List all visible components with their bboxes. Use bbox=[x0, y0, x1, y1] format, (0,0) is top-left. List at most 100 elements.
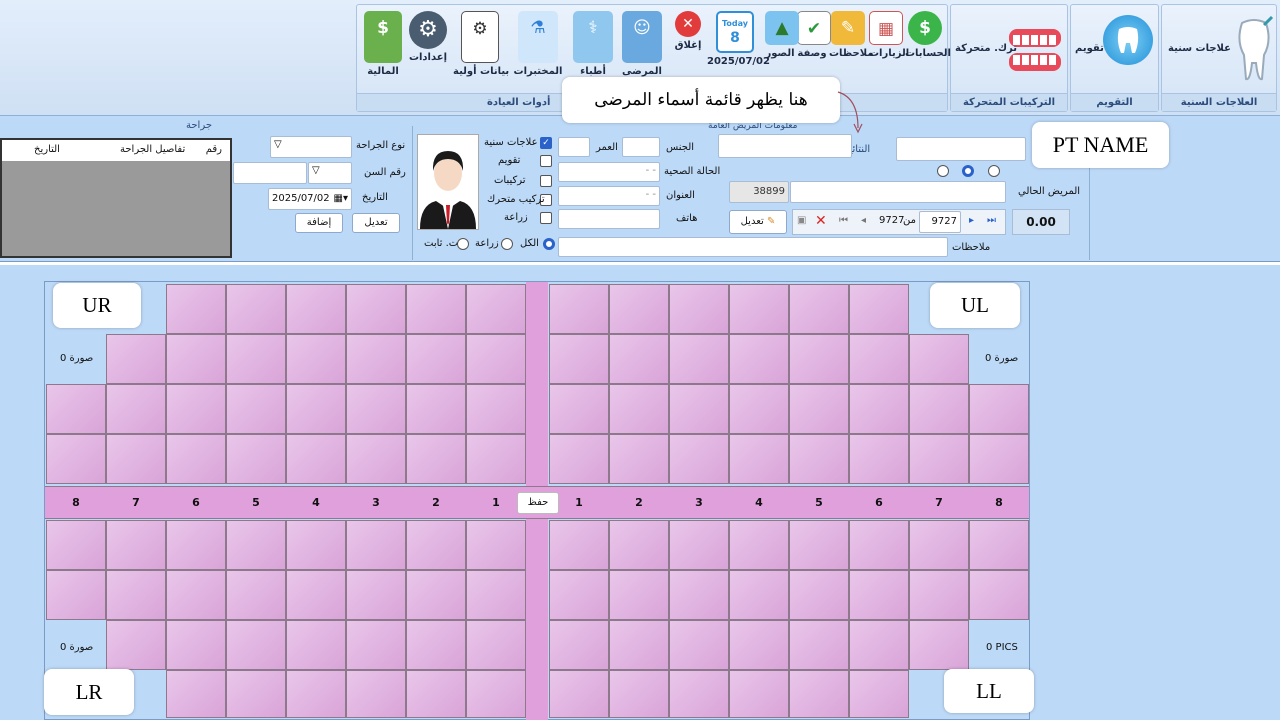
upper-left-tooth-cell[interactable] bbox=[549, 334, 609, 384]
prev-record-icon[interactable]: ◂ bbox=[861, 215, 866, 226]
upper-left-tooth-cell[interactable] bbox=[669, 434, 729, 484]
last-record-icon[interactable]: ⏭ bbox=[987, 215, 996, 226]
lower-left-tooth-cell[interactable] bbox=[609, 620, 669, 670]
option-radio-2[interactable] bbox=[962, 165, 974, 177]
upper-right-tooth-cell[interactable] bbox=[466, 384, 526, 434]
health-field[interactable]: - - bbox=[558, 162, 660, 182]
age-field[interactable] bbox=[558, 137, 590, 157]
upper-left-tooth-cell[interactable] bbox=[609, 284, 669, 334]
upper-left-tooth-cell[interactable] bbox=[609, 334, 669, 384]
lower-left-tooth-cell[interactable] bbox=[909, 570, 969, 620]
next-record-icon[interactable]: ▸ bbox=[969, 215, 974, 226]
surgery-edit-button[interactable]: تعديل bbox=[352, 213, 400, 233]
lower-right-tooth-cell[interactable] bbox=[466, 670, 526, 718]
check-implant[interactable] bbox=[540, 212, 552, 224]
lower-left-tooth-cell[interactable] bbox=[669, 670, 729, 718]
pics-ur[interactable]: صورة 0 bbox=[60, 353, 93, 364]
upper-right-tooth-cell[interactable] bbox=[166, 384, 226, 434]
upper-left-tooth-cell[interactable] bbox=[729, 434, 789, 484]
finance-button[interactable]: $ المالية bbox=[361, 11, 405, 77]
upper-left-tooth-cell[interactable] bbox=[609, 434, 669, 484]
upper-right-tooth-cell[interactable] bbox=[286, 434, 346, 484]
patients-button[interactable]: ☺ المرضى bbox=[619, 11, 665, 77]
lower-right-tooth-cell[interactable] bbox=[466, 570, 526, 620]
lower-left-tooth-cell[interactable] bbox=[729, 620, 789, 670]
lower-left-tooth-cell[interactable] bbox=[549, 520, 609, 570]
upper-right-tooth-cell[interactable] bbox=[406, 334, 466, 384]
lower-left-tooth-cell[interactable] bbox=[969, 570, 1029, 620]
surgery-date-picker[interactable]: 2025/07/02 ▦▾ bbox=[268, 188, 352, 210]
filter-fixed-radio[interactable] bbox=[457, 238, 469, 250]
lower-right-tooth-cell[interactable] bbox=[226, 520, 286, 570]
lower-right-tooth-cell[interactable] bbox=[406, 570, 466, 620]
option-radio-1[interactable] bbox=[937, 165, 949, 177]
lower-left-tooth-cell[interactable] bbox=[789, 670, 849, 718]
current-patient-field[interactable] bbox=[790, 181, 1006, 203]
lower-right-tooth-cell[interactable] bbox=[346, 570, 406, 620]
labs-button[interactable]: ⚗ المختبرات bbox=[509, 11, 567, 77]
lower-right-tooth-cell[interactable] bbox=[106, 520, 166, 570]
patient-edit-button[interactable]: تعديل ✎ bbox=[729, 210, 787, 234]
lower-right-tooth-cell[interactable] bbox=[226, 670, 286, 718]
lower-right-tooth-cell[interactable] bbox=[166, 570, 226, 620]
save-record-icon[interactable]: ▣ bbox=[797, 215, 806, 226]
close-button[interactable]: ✕ إغلاق bbox=[671, 11, 705, 51]
lower-right-tooth-cell[interactable] bbox=[46, 520, 106, 570]
upper-right-tooth-cell[interactable] bbox=[226, 384, 286, 434]
lower-left-tooth-cell[interactable] bbox=[849, 570, 909, 620]
lower-left-tooth-cell[interactable] bbox=[789, 570, 849, 620]
lower-left-tooth-cell[interactable] bbox=[609, 670, 669, 718]
lower-right-tooth-cell[interactable] bbox=[346, 620, 406, 670]
nav-current-field[interactable]: 9727 bbox=[919, 211, 961, 233]
lower-right-tooth-cell[interactable] bbox=[286, 670, 346, 718]
pics-ul[interactable]: صورة 0 bbox=[985, 353, 1018, 364]
settings-button[interactable]: ⚙ إعدادات bbox=[407, 11, 449, 63]
lower-left-tooth-cell[interactable] bbox=[669, 570, 729, 620]
tooth-number-select[interactable]: ▽ bbox=[308, 162, 352, 184]
doctors-button[interactable]: ⚕ أطباء bbox=[571, 11, 615, 77]
upper-right-tooth-cell[interactable] bbox=[346, 334, 406, 384]
upper-left-tooth-cell[interactable] bbox=[549, 434, 609, 484]
first-record-icon[interactable]: ⏮ bbox=[839, 215, 848, 226]
lower-left-tooth-cell[interactable] bbox=[789, 620, 849, 670]
lower-right-tooth-cell[interactable] bbox=[286, 570, 346, 620]
upper-left-tooth-cell[interactable] bbox=[669, 384, 729, 434]
upper-left-tooth-cell[interactable] bbox=[729, 284, 789, 334]
upper-left-tooth-cell[interactable] bbox=[549, 384, 609, 434]
upper-right-tooth-cell[interactable] bbox=[286, 384, 346, 434]
upper-left-tooth-cell[interactable] bbox=[969, 434, 1029, 484]
upper-right-tooth-cell[interactable] bbox=[106, 384, 166, 434]
lower-left-tooth-cell[interactable] bbox=[849, 620, 909, 670]
patient-name-field[interactable] bbox=[896, 137, 1026, 161]
upper-right-tooth-cell[interactable] bbox=[406, 284, 466, 334]
upper-right-tooth-cell[interactable] bbox=[46, 434, 106, 484]
lower-left-tooth-cell[interactable] bbox=[549, 670, 609, 718]
upper-right-tooth-cell[interactable] bbox=[466, 434, 526, 484]
lower-left-tooth-cell[interactable] bbox=[609, 520, 669, 570]
lower-left-tooth-cell[interactable] bbox=[669, 620, 729, 670]
phone-field[interactable] bbox=[558, 209, 660, 229]
upper-left-tooth-cell[interactable] bbox=[789, 384, 849, 434]
upper-right-tooth-cell[interactable] bbox=[286, 334, 346, 384]
chart-save-button[interactable]: حفظ bbox=[517, 492, 559, 514]
search-field[interactable] bbox=[718, 134, 852, 158]
lower-left-tooth-cell[interactable] bbox=[909, 520, 969, 570]
upper-left-tooth-cell[interactable] bbox=[729, 334, 789, 384]
upper-right-tooth-cell[interactable] bbox=[166, 334, 226, 384]
gender-field[interactable] bbox=[622, 137, 660, 157]
lower-right-tooth-cell[interactable] bbox=[286, 620, 346, 670]
lower-right-tooth-cell[interactable] bbox=[406, 520, 466, 570]
notes-field[interactable] bbox=[558, 237, 948, 257]
lower-right-tooth-cell[interactable] bbox=[166, 520, 226, 570]
upper-right-tooth-cell[interactable] bbox=[46, 384, 106, 434]
check-fixed[interactable] bbox=[540, 175, 552, 187]
upper-left-tooth-cell[interactable] bbox=[669, 334, 729, 384]
lower-right-tooth-cell[interactable] bbox=[166, 620, 226, 670]
upper-left-tooth-cell[interactable] bbox=[969, 384, 1029, 434]
check-ortho[interactable] bbox=[540, 155, 552, 167]
photos-button[interactable]: ▲ الصور bbox=[765, 11, 799, 59]
lower-right-tooth-cell[interactable] bbox=[346, 520, 406, 570]
lower-right-tooth-cell[interactable] bbox=[406, 620, 466, 670]
upper-left-tooth-cell[interactable] bbox=[909, 334, 969, 384]
lower-right-tooth-cell[interactable] bbox=[46, 570, 106, 620]
